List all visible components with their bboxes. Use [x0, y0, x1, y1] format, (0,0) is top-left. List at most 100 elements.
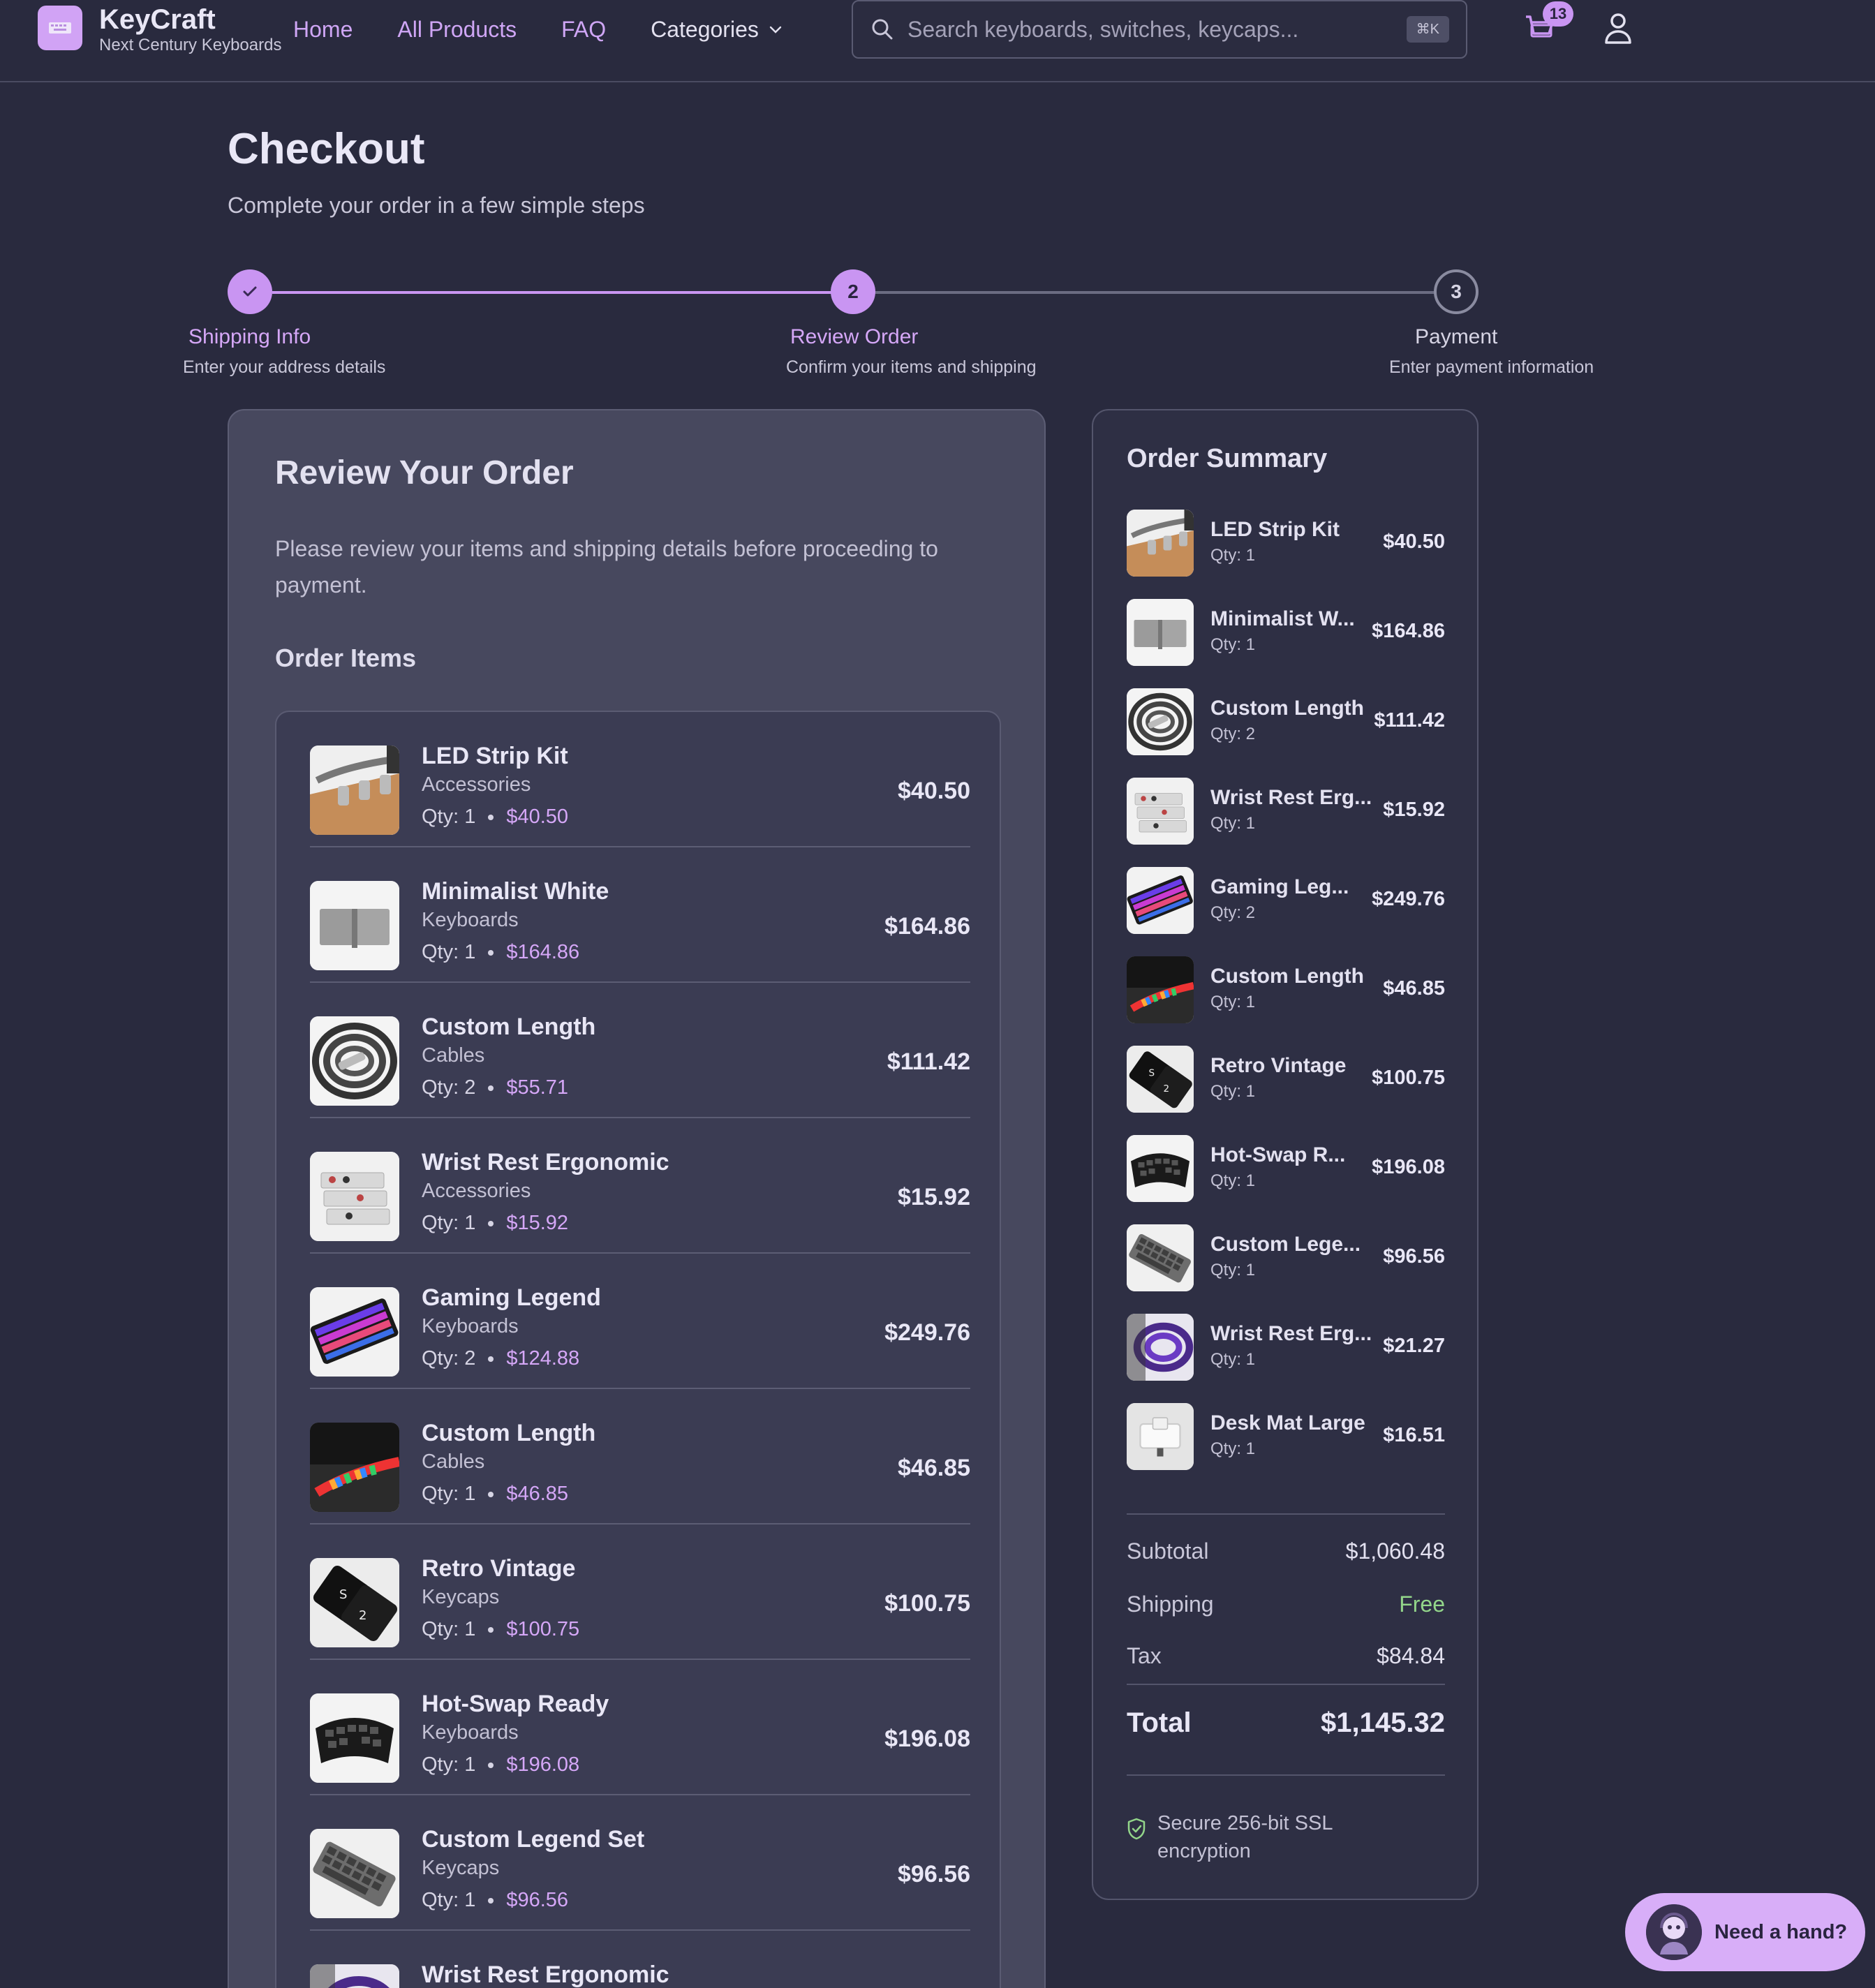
nav-all-products[interactable]: All Products	[397, 11, 517, 47]
item-line-total: $164.86	[884, 913, 970, 940]
summary-divider	[1127, 1684, 1445, 1685]
summary-item-price: $96.56	[1383, 1245, 1445, 1268]
summary-item-thumbnail	[1127, 956, 1194, 1023]
summary-item-qty: Qty: 2	[1210, 903, 1256, 922]
purple-cable-icon	[1127, 1314, 1194, 1381]
step-2-circle[interactable]: 2	[831, 269, 875, 314]
order-item-row[interactable]: Gaming Legend Keyboards Qty: 2 $124.88 $249.…	[310, 1254, 970, 1389]
summary-item-name: Wrist Rest Erg...	[1210, 786, 1372, 809]
step-1-circle[interactable]	[228, 269, 272, 314]
summary-item-price: $15.92	[1383, 799, 1445, 821]
order-item-row[interactable]: LED Strip Kit Accessories Qty: 1 $40.50 $40.…	[310, 712, 970, 847]
summary-item[interactable]: S 2 Retro Vintage Qty: 1 $100.75	[1127, 1046, 1445, 1113]
summary-item-thumbnail	[1127, 778, 1194, 845]
nav-home[interactable]: Home	[293, 11, 353, 47]
summary-item-name: Hot-Swap R...	[1210, 1143, 1346, 1166]
item-quantity-line: Qty: 1 $100.75	[422, 1618, 579, 1641]
summary-item-name: Wrist Rest Erg...	[1210, 1322, 1372, 1345]
item-quantity-line: Qty: 1 $15.92	[422, 1212, 568, 1235]
summary-item-name: Retro Vintage	[1210, 1054, 1347, 1077]
item-thumbnail: S2	[310, 1558, 399, 1647]
summary-item[interactable]: LED Strip Kit Qty: 1 $40.50	[1127, 510, 1445, 577]
grey-keyboard-icon	[310, 1829, 399, 1918]
summary-item-qty: Qty: 1	[1210, 635, 1256, 654]
order-item-row[interactable]: Custom Legend Set Keycaps Qty: 1 $96.56 $96.…	[310, 1795, 970, 1931]
nav-faq[interactable]: FAQ	[561, 11, 606, 47]
summary-item[interactable]: Custom Length Qty: 2 $111.42	[1127, 688, 1445, 755]
nav-categories[interactable]: Categories	[651, 11, 784, 47]
search-input[interactable]	[907, 16, 1407, 43]
review-title: Review Your Order	[275, 454, 574, 491]
order-item-row[interactable]: Wrist Rest Ergonomic Accessories Qty: 1 $15…	[310, 1118, 970, 1254]
item-name: Gaming Legend	[422, 1284, 601, 1311]
order-item-row[interactable]: Custom Length Cables Qty: 2 $55.71 $111.42	[310, 983, 970, 1118]
summary-item[interactable]: Gaming Leg... Qty: 2 $249.76	[1127, 867, 1445, 934]
bullet-separator	[488, 1897, 494, 1904]
item-unit-price: $196.08	[506, 1753, 580, 1776]
summary-item-qty: Qty: 1	[1210, 1082, 1256, 1101]
step-1-label[interactable]: Shipping Info	[188, 325, 311, 349]
order-item-row[interactable]: S 2 Retro Vintage Keycaps Qty: 1 $100.75 $100.…	[310, 1525, 970, 1660]
summary-item-price: $21.27	[1383, 1335, 1445, 1357]
summary-item-name: Custom Lege...	[1210, 1233, 1361, 1256]
summary-item-price: $40.50	[1383, 531, 1445, 553]
help-label: Need a hand?	[1714, 1920, 1848, 1943]
bullet-separator	[488, 1762, 494, 1768]
step-1-description: Enter your address details	[183, 357, 386, 377]
item-unit-price: $46.85	[506, 1483, 569, 1505]
summary-item-thumbnail	[1127, 1224, 1194, 1291]
user-icon	[1605, 13, 1631, 44]
order-item-row[interactable]: Custom Length Cables Qty: 1 $46.85 $46.85	[310, 1389, 970, 1525]
brand-tagline: Next Century Keyboards	[99, 36, 282, 54]
summary-item-name: Custom Length	[1210, 697, 1364, 720]
switch-tray-icon	[1127, 778, 1194, 845]
order-items-list: LED Strip Kit Accessories Qty: 1 $40.50 $40.…	[275, 711, 1001, 1988]
order-item-row[interactable]: Wrist Rest Ergonomic	[310, 1931, 970, 1988]
summary-item[interactable]: Wrist Rest Erg... Qty: 1 $21.27	[1127, 1314, 1445, 1381]
summary-item-qty: Qty: 2	[1210, 725, 1256, 743]
item-quantity-line: Qty: 1 $164.86	[422, 941, 579, 964]
brand-name: KeyCraft	[99, 4, 216, 35]
shield-check-icon	[1127, 1818, 1146, 1840]
brand[interactable]: KeyCraft Next Century Keyboards	[99, 3, 281, 54]
search-icon	[872, 19, 893, 40]
summary-item[interactable]: Wrist Rest Erg... Qty: 1 $15.92	[1127, 778, 1445, 845]
order-item-row[interactable]: Minimalist White Keyboards Qty: 1 $164.86 $1…	[310, 847, 970, 983]
nav-categories-label: Categories	[651, 17, 759, 42]
order-item-row[interactable]: Hot-Swap Ready Keyboards Qty: 1 $196.08 $196…	[310, 1660, 970, 1795]
account-button[interactable]	[1603, 11, 1636, 47]
chevron-down-icon	[769, 26, 782, 34]
summary-item-name: Custom Length	[1210, 965, 1364, 988]
split-keyboard-icon	[1127, 1135, 1194, 1202]
item-thumbnail	[310, 1693, 399, 1783]
summary-item-qty: Qty: 1	[1210, 814, 1256, 833]
item-name: Minimalist White	[422, 878, 609, 905]
main-nav: Home All Products FAQ Categories	[293, 11, 784, 47]
item-quantity-line: Qty: 2 $124.88	[422, 1347, 579, 1370]
cart-button[interactable]: 13	[1523, 1, 1573, 46]
subtotal-label: Subtotal	[1127, 1538, 1209, 1564]
help-chat-button[interactable]: Need a hand?	[1625, 1893, 1865, 1971]
item-line-total: $196.08	[884, 1726, 970, 1752]
summary-item-price: $249.76	[1372, 888, 1445, 910]
white-board-icon	[1127, 599, 1194, 666]
summary-item[interactable]: Hot-Swap R... Qty: 1 $196.08	[1127, 1135, 1445, 1202]
summary-item[interactable]: Custom Lege... Qty: 1 $96.56	[1127, 1224, 1445, 1291]
search-bar[interactable]: ⌘K	[852, 0, 1467, 59]
total-label: Total	[1127, 1707, 1192, 1738]
bullet-separator	[488, 1491, 494, 1497]
summary-item[interactable]: Desk Mat Large Qty: 1 $16.51	[1127, 1403, 1445, 1470]
ssl-text: Secure 256-bit SSL encryption	[1157, 1812, 1333, 1862]
item-line-total: $96.56	[898, 1861, 970, 1887]
item-line-total: $100.75	[884, 1590, 970, 1617]
shipping-value: Free	[1399, 1592, 1445, 1617]
summary-item-qty: Qty: 1	[1210, 1350, 1256, 1369]
item-unit-price: $100.75	[506, 1618, 580, 1640]
item-category: Keyboards	[422, 1315, 519, 1337]
summary-item[interactable]: Custom Length Qty: 1 $46.85	[1127, 956, 1445, 1023]
summary-item-qty: Qty: 1	[1210, 1261, 1256, 1279]
summary-item[interactable]: Minimalist W... Qty: 1 $164.86	[1127, 599, 1445, 666]
logo-icon[interactable]	[38, 6, 82, 50]
black-keycap-icon: S2	[1127, 1046, 1194, 1113]
bullet-separator	[488, 814, 494, 820]
